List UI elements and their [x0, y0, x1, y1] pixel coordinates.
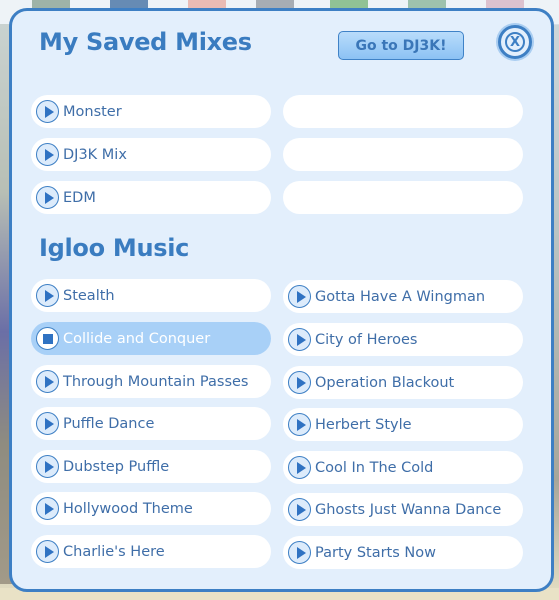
play-icon[interactable]	[288, 498, 311, 521]
close-icon: X	[505, 32, 525, 52]
saved-mix-label: DJ3K Mix	[63, 146, 127, 163]
track-label: Operation Blackout	[315, 374, 455, 391]
igloo-track-item[interactable]: Party Starts Now	[283, 536, 523, 569]
track-label: Herbert Style	[315, 416, 412, 433]
track-label: City of Heroes	[315, 331, 418, 348]
empty-mix-slot	[283, 138, 523, 171]
igloo-track-item-playing[interactable]: Collide and Conquer	[31, 322, 271, 355]
saved-mix-item[interactable]: Monster	[31, 95, 271, 128]
track-label: Party Starts Now	[315, 544, 436, 561]
saved-mix-label: Monster	[63, 103, 122, 120]
track-label: Cool In The Cold	[315, 459, 434, 476]
play-icon[interactable]	[36, 284, 59, 307]
igloo-track-item[interactable]: Cool In The Cold	[283, 451, 523, 484]
play-icon[interactable]	[288, 371, 311, 394]
empty-mix-slot	[283, 181, 523, 214]
play-icon[interactable]	[288, 328, 311, 351]
igloo-track-item[interactable]: City of Heroes	[283, 323, 523, 356]
stop-icon[interactable]	[36, 327, 59, 350]
empty-mix-slot	[283, 95, 523, 128]
track-label: Hollywood Theme	[63, 500, 193, 517]
track-label: Stealth	[63, 287, 115, 304]
play-icon[interactable]	[36, 540, 59, 563]
play-icon[interactable]	[288, 413, 311, 436]
saved-mix-item[interactable]: EDM	[31, 181, 271, 214]
play-icon[interactable]	[288, 541, 311, 564]
igloo-track-item[interactable]: Dubstep Puffle	[31, 450, 271, 483]
track-label: Dubstep Puffle	[63, 458, 170, 475]
igloo-track-item[interactable]: Charlie's Here	[31, 535, 271, 568]
play-icon[interactable]	[288, 456, 311, 479]
play-icon[interactable]	[36, 497, 59, 520]
saved-mix-label: EDM	[63, 189, 96, 206]
igloo-track-item[interactable]: Ghosts Just Wanna Dance	[283, 493, 523, 526]
track-label: Collide and Conquer	[63, 330, 211, 347]
track-label: Charlie's Here	[63, 543, 165, 560]
igloo-track-item[interactable]: Hollywood Theme	[31, 492, 271, 525]
close-button[interactable]: X	[498, 25, 532, 59]
play-icon[interactable]	[36, 143, 59, 166]
saved-mixes-dialog: My Saved Mixes Go to DJ3K! X Monster DJ3…	[9, 8, 554, 592]
play-icon[interactable]	[36, 370, 59, 393]
igloo-track-item[interactable]: Stealth	[31, 279, 271, 312]
dialog-title: My Saved Mixes	[39, 28, 252, 56]
igloo-track-item[interactable]: Puffle Dance	[31, 407, 271, 440]
igloo-track-item[interactable]: Through Mountain Passes	[31, 365, 271, 398]
play-icon[interactable]	[36, 100, 59, 123]
play-icon[interactable]	[36, 412, 59, 435]
igloo-music-heading: Igloo Music	[39, 234, 190, 262]
play-icon[interactable]	[288, 285, 311, 308]
go-to-dj3k-button[interactable]: Go to DJ3K!	[338, 31, 464, 60]
track-label: Ghosts Just Wanna Dance	[315, 501, 502, 518]
track-label: Puffle Dance	[63, 415, 155, 432]
igloo-track-item[interactable]: Gotta Have A Wingman	[283, 280, 523, 313]
track-label: Gotta Have A Wingman	[315, 288, 486, 305]
play-icon[interactable]	[36, 186, 59, 209]
play-icon[interactable]	[36, 455, 59, 478]
saved-mix-item[interactable]: DJ3K Mix	[31, 138, 271, 171]
igloo-track-item[interactable]: Operation Blackout	[283, 366, 523, 399]
track-label: Through Mountain Passes	[63, 373, 249, 390]
igloo-track-item[interactable]: Herbert Style	[283, 408, 523, 441]
